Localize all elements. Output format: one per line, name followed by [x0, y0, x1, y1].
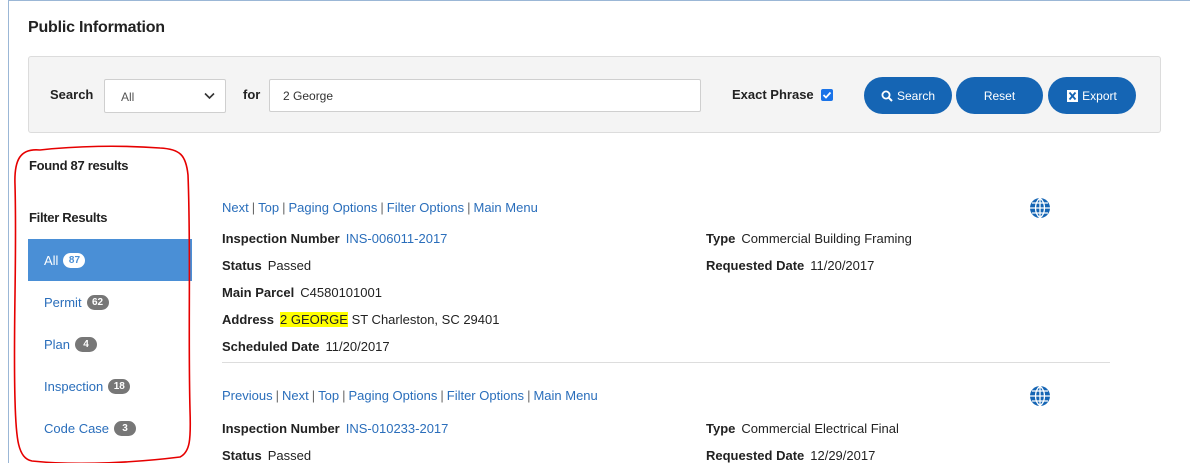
nav-link-previous[interactable]: Previous [222, 388, 273, 403]
record-divider [222, 362, 1110, 363]
globe-icon[interactable] [1029, 197, 1051, 219]
filter-item-permit[interactable]: Permit 62 [28, 281, 192, 323]
exact-phrase-checkbox[interactable] [821, 89, 833, 101]
search-button-label: Search [896, 88, 936, 103]
filter-count-badge: 87 [63, 252, 86, 268]
nav-link-top[interactable]: Top [258, 200, 279, 215]
address-field: Address 2 GEORGE ST Charleston, SC 29401 [222, 312, 500, 327]
result-record: Next | Top | Paging Options | Filter Options | M… [222, 197, 1110, 363]
nav-link-next[interactable]: Next [282, 388, 309, 403]
globe-icon[interactable] [1029, 385, 1051, 407]
export-button-label: Export [1082, 88, 1117, 103]
search-input[interactable] [269, 79, 701, 112]
main-parcel-field: Main Parcel C4580101001 [222, 285, 382, 300]
export-button[interactable]: Export [1048, 77, 1136, 114]
nav-link-paging-options[interactable]: Paging Options [348, 388, 437, 403]
reset-button-label: Reset [983, 88, 1016, 103]
checkmark-icon [822, 91, 832, 99]
filter-label: Code Case [44, 420, 110, 436]
exact-phrase-label: Exact Phrase [732, 87, 814, 102]
search-panel: Search All for Exact Phrase Search Reset… [28, 56, 1161, 133]
page-title: Public Information [28, 19, 165, 36]
record-nav-links: Next | Top | Paging Options | Filter Options | M… [222, 200, 538, 215]
scheduled-date-field: Scheduled Date 11/20/2017 [222, 339, 390, 354]
nav-link-paging-options[interactable]: Paging Options [288, 200, 377, 215]
filter-count-badge: 62 [86, 294, 109, 310]
search-icon [881, 90, 893, 102]
filter-results-title: Filter Results [29, 210, 108, 225]
for-label: for [243, 87, 261, 102]
filter-item-all[interactable]: All 87 [28, 239, 192, 281]
filter-item-plan[interactable]: Plan 4 [28, 323, 192, 365]
status-field: Status Passed [222, 448, 312, 463]
nav-link-next[interactable]: Next [222, 200, 249, 215]
filter-count-badge: 4 [75, 336, 98, 352]
filter-item-inspection[interactable]: Inspection 18 [28, 365, 192, 407]
requested-date-field: Requested Date 12/29/2017 [706, 448, 876, 463]
chevron-down-icon [204, 92, 215, 100]
filter-label: Inspection [44, 378, 104, 394]
filter-count-badge: 3 [114, 420, 137, 436]
type-field: Type Commercial Building Framing [706, 231, 912, 246]
inspection-number-link[interactable]: INS-010233-2017 [346, 421, 449, 436]
inspection-number-field: Inspection Number INS-010233-2017 [222, 421, 449, 436]
nav-link-main-menu[interactable]: Main Menu [533, 388, 597, 403]
search-label: Search [50, 87, 94, 102]
status-field: Status Passed [222, 258, 312, 273]
type-field: Type Commercial Electrical Final [706, 421, 899, 436]
search-category-value: All [121, 90, 135, 104]
nav-link-top[interactable]: Top [318, 388, 339, 403]
filter-label: Plan [44, 336, 71, 352]
nav-link-filter-options[interactable]: Filter Options [387, 200, 464, 215]
nav-link-main-menu[interactable]: Main Menu [473, 200, 537, 215]
reset-button[interactable]: Reset [956, 77, 1043, 114]
filter-count-badge: 18 [108, 378, 131, 394]
filter-label: Permit [44, 294, 82, 310]
requested-date-field: Requested Date 11/20/2017 [706, 258, 875, 273]
result-record: Previous | Next | Top | Paging Options | Filter … [222, 385, 1110, 463]
inspection-number-field: Inspection Number INS-006011-2017 [222, 231, 448, 246]
filter-label: All [44, 252, 59, 268]
excel-icon [1067, 89, 1079, 102]
inspection-number-link[interactable]: INS-006011-2017 [346, 231, 448, 246]
nav-link-filter-options[interactable]: Filter Options [447, 388, 524, 403]
search-category-select[interactable]: All [104, 79, 226, 113]
filter-list: All 87 Permit 62 Plan 4 Inspection 18 Co… [28, 239, 192, 449]
search-button[interactable]: Search [864, 77, 952, 114]
record-nav-links: Previous | Next | Top | Paging Options | Filter … [222, 388, 598, 403]
filter-item-code-case[interactable]: Code Case 3 [28, 407, 192, 449]
results-count: Found 87 results [29, 158, 129, 173]
address-highlight: 2 GEORGE [280, 312, 348, 327]
